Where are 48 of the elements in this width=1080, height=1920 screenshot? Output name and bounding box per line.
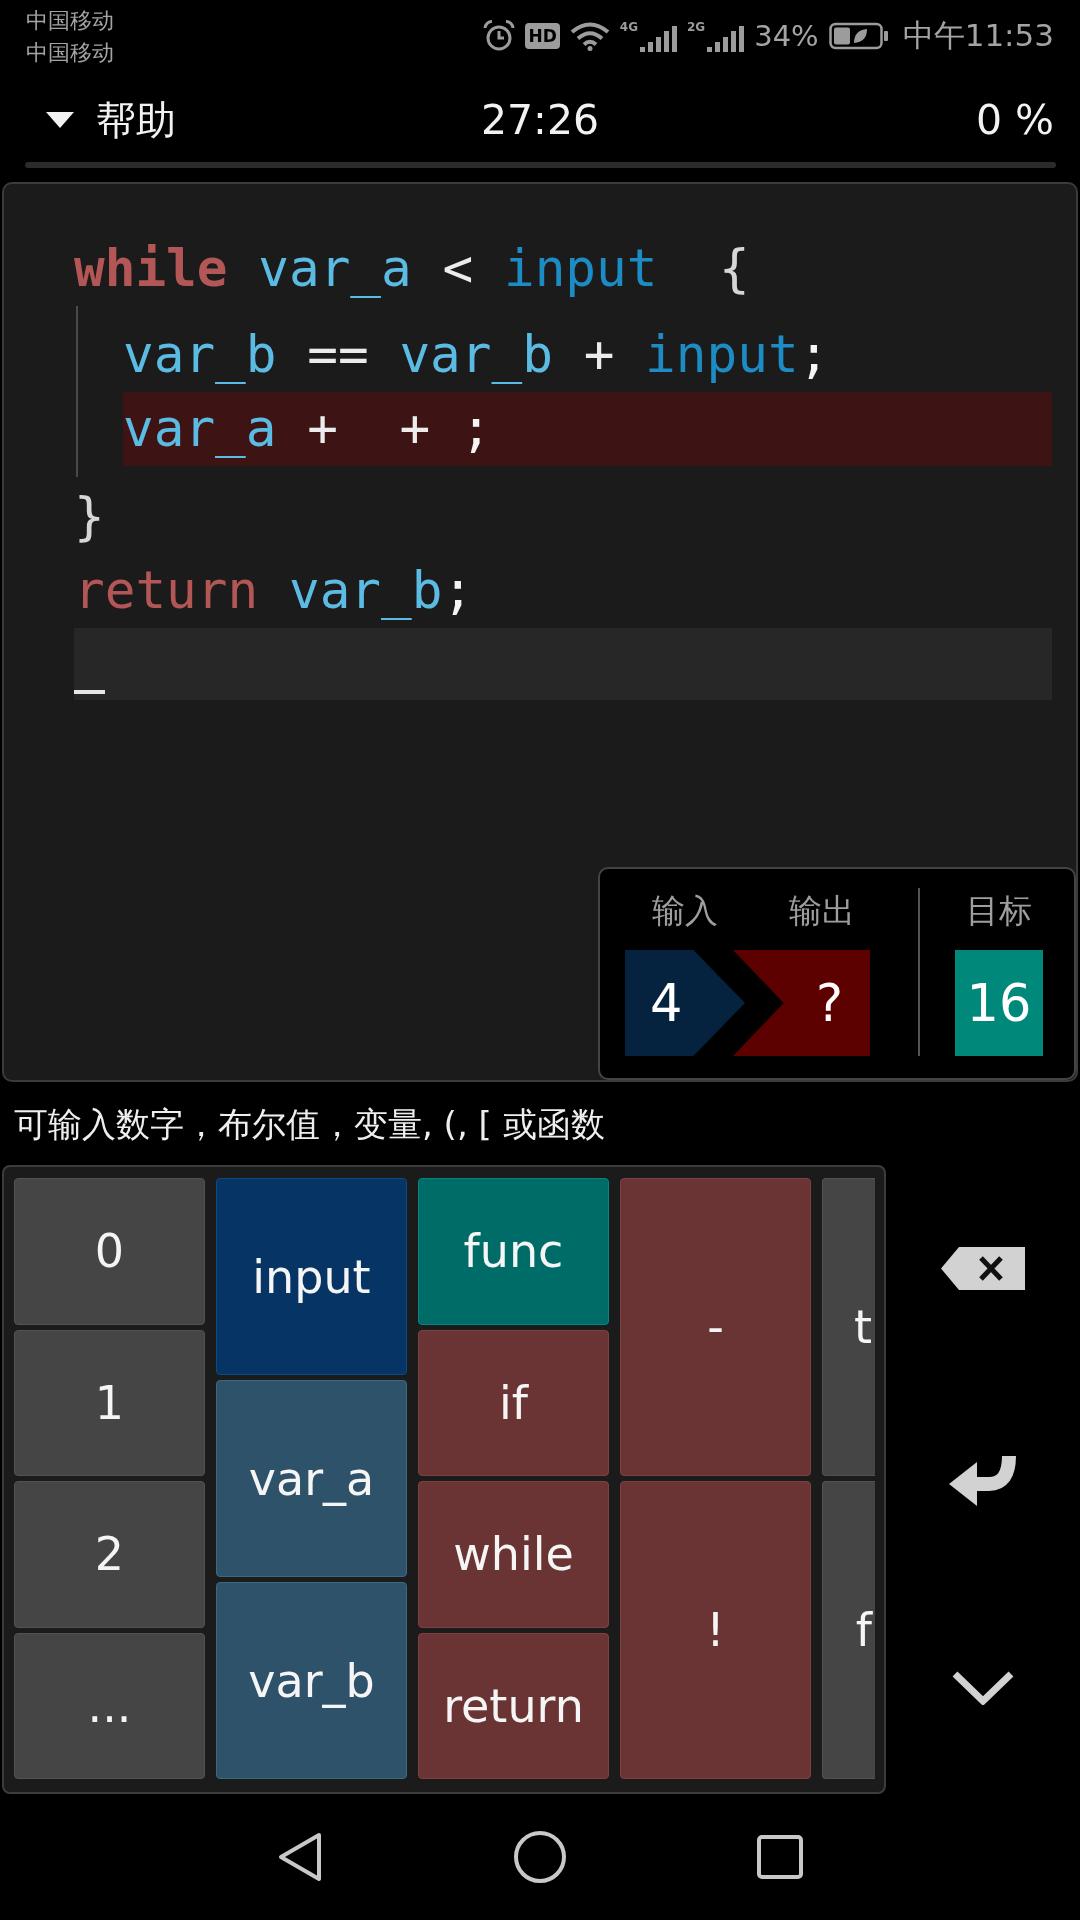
timer: 27:26 bbox=[480, 96, 600, 144]
signal-icon bbox=[640, 26, 677, 52]
keyboard-key[interactable]: - bbox=[620, 1178, 811, 1476]
keyboard-key[interactable]: return bbox=[418, 1632, 609, 1779]
text-cursor-icon bbox=[74, 690, 105, 694]
output-label: 输出 bbox=[789, 891, 855, 931]
help-menu-button[interactable]: 帮助 bbox=[46, 92, 176, 148]
wifi-icon bbox=[569, 21, 610, 51]
code-line: while var_a < input { bbox=[74, 238, 750, 300]
input-label: 输入 bbox=[652, 891, 718, 931]
carrier-name: 中国移动 bbox=[26, 39, 114, 67]
keyboard-key[interactable]: f bbox=[822, 1481, 875, 1779]
keyboard-key[interactable]: while bbox=[418, 1481, 609, 1628]
keyboard-key[interactable]: 2 bbox=[14, 1481, 205, 1628]
battery-percent: 34% bbox=[754, 19, 819, 53]
keyboard-key[interactable]: var_a bbox=[216, 1380, 407, 1577]
keyboard-key[interactable]: if bbox=[418, 1329, 609, 1476]
progress-percent: 0 % bbox=[975, 96, 1054, 144]
keyboard-key[interactable]: func bbox=[418, 1178, 609, 1325]
keyboard-key[interactable]: 1 bbox=[14, 1329, 205, 1476]
keyboard-key[interactable]: input bbox=[216, 1178, 407, 1375]
chevron-down-icon bbox=[952, 1671, 1014, 1705]
signal-icon bbox=[707, 26, 745, 52]
network-type-label: 2G bbox=[687, 20, 706, 34]
output-value: ? bbox=[733, 950, 870, 1056]
recents-icon bbox=[757, 1835, 803, 1879]
target-value: 16 bbox=[955, 950, 1043, 1056]
battery-icon bbox=[828, 22, 889, 50]
keyboard-key[interactable]: t bbox=[822, 1178, 875, 1476]
network-type-label: 4G bbox=[619, 20, 638, 34]
home-icon bbox=[514, 1831, 566, 1883]
code-line: return var_b; bbox=[74, 560, 474, 622]
keyboard-key[interactable]: ... bbox=[14, 1632, 205, 1779]
code-line: var_b == var_b + input; bbox=[123, 324, 830, 386]
input-hint: 可输入数字，布尔值，变量, (, [ 或函数 bbox=[13, 1104, 605, 1144]
backspace-icon bbox=[941, 1246, 1025, 1290]
alarm-clock-icon bbox=[483, 20, 516, 52]
code-line: } bbox=[74, 486, 105, 548]
input-value: 4 bbox=[625, 950, 745, 1056]
target-label: 目标 bbox=[966, 891, 1032, 931]
keyboard-key[interactable]: ! bbox=[620, 1481, 811, 1779]
keyboard-key[interactable]: var_b bbox=[216, 1582, 407, 1779]
carrier-name: 中国移动 bbox=[26, 7, 114, 35]
keyboard-key[interactable]: 0 bbox=[14, 1178, 205, 1325]
hd-indicator: HD bbox=[525, 23, 560, 49]
back-icon bbox=[278, 1832, 322, 1882]
clock-time: 中午11:53 bbox=[902, 16, 1054, 55]
caret-icon bbox=[46, 112, 74, 128]
